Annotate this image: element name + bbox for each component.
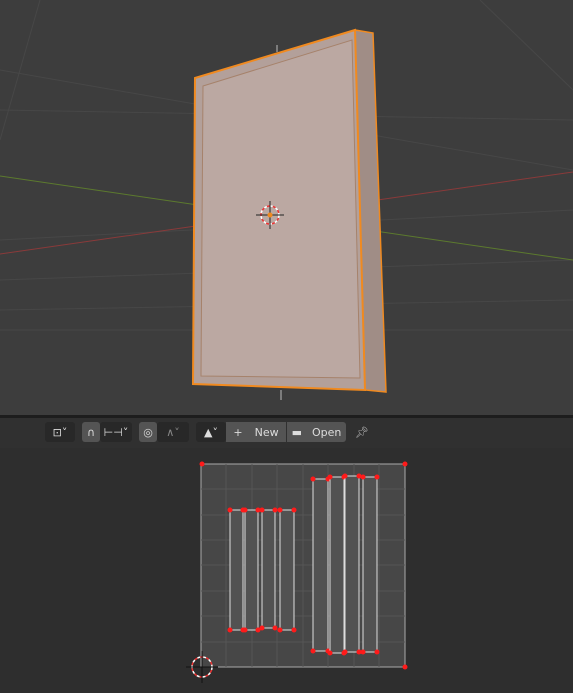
uv-island[interactable] <box>312 478 329 652</box>
snap-increment-icon: ⊢⊣˅ <box>103 425 129 439</box>
uv-vertex[interactable] <box>342 649 348 655</box>
uv-vertex[interactable] <box>277 627 283 633</box>
pivot-point-dropdown[interactable]: ⊡˅ <box>45 422 75 442</box>
uv-vertex[interactable] <box>310 476 316 482</box>
uv-vertex[interactable] <box>374 649 380 655</box>
folder-icon: ▬ <box>291 425 302 439</box>
uv-vertex[interactable] <box>327 474 333 480</box>
pin-button[interactable]: 📌︎ <box>353 422 371 442</box>
image-icon: ▲˅ <box>204 425 218 439</box>
uv-editor[interactable] <box>0 448 573 693</box>
pivot-point-icon: ⊡˅ <box>52 425 68 439</box>
uv-vertex[interactable] <box>327 650 333 656</box>
open-image-button[interactable]: ▬ Open <box>287 422 346 442</box>
magnet-snap-icon: ∩ <box>86 425 96 439</box>
uv-island[interactable] <box>362 476 378 653</box>
snap-target-dropdown[interactable]: ⊢⊣˅ <box>100 422 132 442</box>
uv-vertex[interactable] <box>310 648 316 654</box>
uv-island[interactable] <box>279 509 295 631</box>
uv-vertex[interactable] <box>242 627 248 633</box>
uv-vertex[interactable] <box>242 507 248 513</box>
viewport-scene <box>0 0 573 400</box>
uv-island[interactable] <box>344 475 360 653</box>
selected-mesh[interactable] <box>191 28 387 393</box>
uv-vertex[interactable] <box>291 627 297 633</box>
uv-island[interactable] <box>261 509 276 629</box>
uv-vertex[interactable] <box>291 507 297 513</box>
uv-vertex[interactable] <box>374 474 380 480</box>
uv-vertex[interactable] <box>227 507 233 513</box>
uv-vertex[interactable] <box>277 507 283 513</box>
pin-icon: 📌︎ <box>355 425 369 439</box>
uv-vertex[interactable] <box>199 461 205 467</box>
snap-toggle[interactable]: ∩ <box>82 422 100 442</box>
uv-vertex[interactable] <box>402 664 408 670</box>
new-label: New <box>254 425 279 439</box>
uv-canvas <box>186 461 408 683</box>
falloff-curve-icon: ∧˅ <box>166 425 180 439</box>
uv-island[interactable] <box>244 509 259 631</box>
image-browse-dropdown[interactable]: ▲˅ <box>196 422 226 442</box>
uv-vertex[interactable] <box>360 649 366 655</box>
uv-vertex[interactable] <box>227 627 233 633</box>
uv-vertex[interactable] <box>402 461 408 467</box>
plus-icon: + <box>233 425 243 439</box>
3d-viewport[interactable] <box>0 0 573 415</box>
uv-editor-header: ⊡˅ ∩ ⊢⊣˅ ◎ ∧˅ ▲˅ + New ▬ Open 📌︎ <box>0 418 573 448</box>
new-image-button[interactable]: + New <box>226 422 286 442</box>
uv-island[interactable] <box>229 509 244 631</box>
uv-vertex[interactable] <box>259 625 265 631</box>
proportional-edit-icon: ◎ <box>143 425 153 439</box>
falloff-dropdown[interactable]: ∧˅ <box>157 422 189 442</box>
uv-vertex[interactable] <box>272 507 278 513</box>
uv-vertex[interactable] <box>342 473 348 479</box>
uv-island[interactable] <box>329 476 345 654</box>
uv-vertex[interactable] <box>259 507 265 513</box>
open-label: Open <box>312 425 342 439</box>
proportional-edit-toggle[interactable]: ◎ <box>139 422 157 442</box>
uv-vertex[interactable] <box>360 474 366 480</box>
uv-vertex[interactable] <box>272 625 278 631</box>
